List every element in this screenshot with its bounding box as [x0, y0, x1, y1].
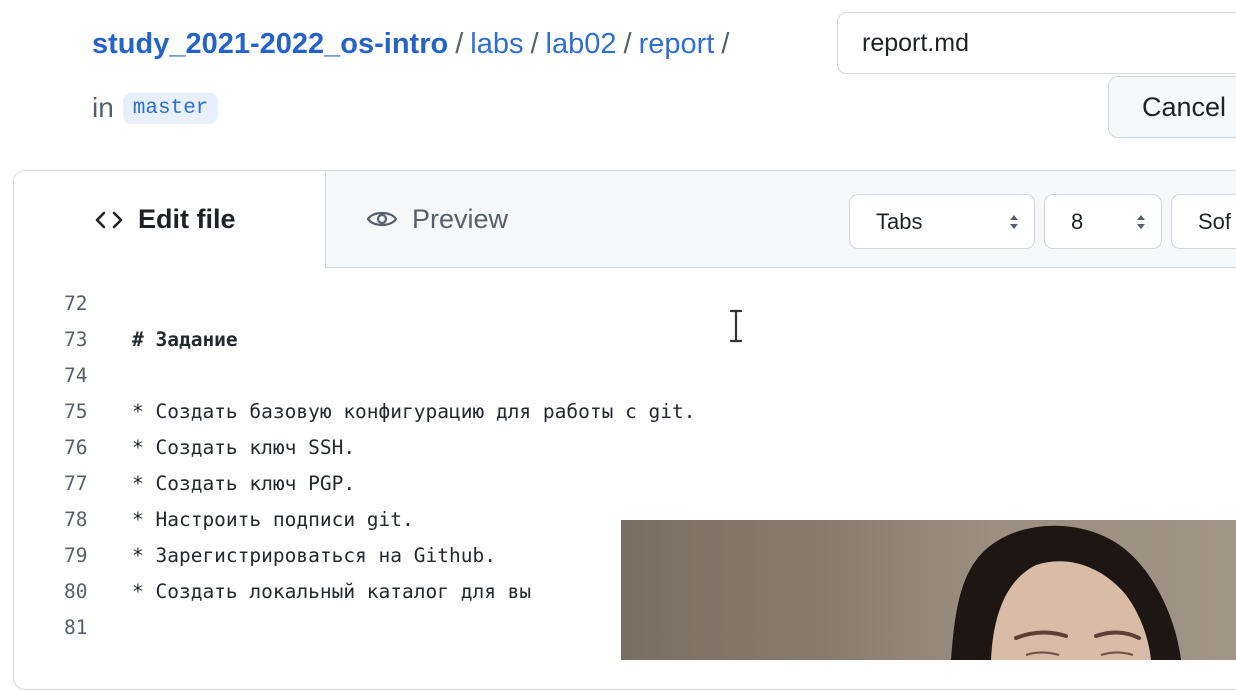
code-icon	[94, 209, 124, 231]
line-content: # Задание	[132, 327, 238, 351]
webcam-person-image	[951, 525, 1181, 660]
line-content: * Зарегистрироваться на Github.	[132, 543, 496, 567]
editor-header: Edit file Preview Tabs 8 Sof	[14, 171, 1236, 268]
branch-indicator: in master	[92, 88, 219, 128]
text-cursor-icon	[726, 308, 746, 344]
breadcrumb-lab02-link[interactable]: lab02	[546, 28, 617, 61]
line-content: * Создать ключ SSH.	[132, 435, 356, 459]
filename-input[interactable]	[837, 12, 1236, 74]
tab-preview-label: Preview	[412, 203, 509, 234]
indent-size-value: 8	[1071, 208, 1084, 234]
indent-size-select[interactable]: 8	[1044, 194, 1162, 249]
wrap-mode-select[interactable]: Sof	[1171, 194, 1236, 249]
breadcrumb: study_2021-2022_os-intro / labs / lab02 …	[92, 24, 736, 64]
line-content: * Создать базовую конфигурацию для работ…	[132, 399, 696, 423]
line-number: 73	[64, 327, 88, 351]
breadcrumb-report-link[interactable]: report	[639, 28, 715, 61]
branch-badge: master	[122, 92, 219, 124]
line-number: 81	[64, 615, 88, 639]
tab-edit-file[interactable]: Edit file	[14, 171, 326, 268]
line-content: * Создать ключ PGP.	[132, 471, 356, 495]
select-arrows-icon	[1008, 212, 1020, 232]
line-number: 72	[64, 291, 88, 315]
line-number: 76	[64, 435, 88, 459]
tab-edit-file-label: Edit file	[138, 204, 236, 234]
webcam-overlay	[621, 520, 1236, 660]
line-number: 79	[64, 543, 88, 567]
line-number: 74	[64, 363, 88, 387]
indent-mode-select[interactable]: Tabs	[849, 194, 1035, 249]
wrap-mode-value: Sof	[1198, 208, 1232, 234]
indent-mode-value: Tabs	[876, 208, 923, 234]
cancel-button[interactable]: Cancel	[1108, 76, 1236, 138]
branch-prefix: in	[92, 92, 114, 123]
eye-icon	[366, 208, 398, 230]
select-arrows-icon	[1135, 212, 1147, 232]
line-number: 77	[64, 471, 88, 495]
line-content: * Настроить подписи git.	[132, 507, 414, 531]
tab-preview[interactable]: Preview	[366, 171, 508, 267]
breadcrumb-separator: /	[623, 27, 632, 60]
breadcrumb-labs-link[interactable]: labs	[470, 28, 523, 61]
line-number: 78	[64, 507, 88, 531]
line-content: * Создать локальный каталог для вы	[132, 579, 532, 603]
line-number: 75	[64, 399, 88, 423]
breadcrumb-separator: /	[721, 27, 730, 60]
breadcrumb-repo-link[interactable]: study_2021-2022_os-intro	[92, 28, 448, 61]
breadcrumb-separator: /	[455, 27, 464, 60]
breadcrumb-separator: /	[530, 27, 539, 60]
line-number: 80	[64, 579, 88, 603]
